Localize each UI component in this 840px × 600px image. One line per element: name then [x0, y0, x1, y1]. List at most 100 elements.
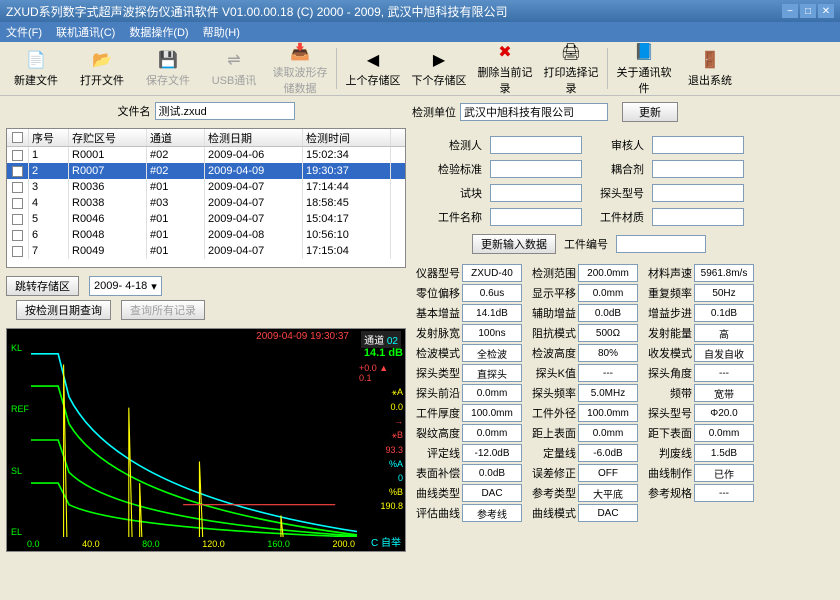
usb-comm-button: ⇌USB通讯: [202, 44, 266, 93]
filename-input[interactable]: [155, 102, 295, 120]
row-checkbox[interactable]: [12, 198, 23, 209]
param-value[interactable]: [694, 384, 754, 402]
field-label: 审核人: [594, 137, 644, 153]
field-label: 检验标准: [432, 161, 482, 177]
chart-y-labels: KL REF SL EL: [11, 343, 29, 537]
table-row[interactable]: 3R0036#012009-04-0717:14:44: [7, 179, 405, 195]
field-input[interactable]: [652, 184, 744, 202]
menu-comm[interactable]: 联机通讯(C): [56, 24, 115, 40]
param-label: 发射能量: [644, 325, 692, 341]
row-checkbox[interactable]: [12, 246, 23, 257]
field-input[interactable]: [652, 136, 744, 154]
param-value[interactable]: [462, 284, 522, 302]
param-value[interactable]: [694, 324, 754, 342]
param-value[interactable]: [694, 344, 754, 362]
query-by-date-button[interactable]: 按检测日期查询: [16, 300, 111, 320]
param-value[interactable]: [694, 484, 754, 502]
param-value[interactable]: [694, 444, 754, 462]
param-value[interactable]: [462, 304, 522, 322]
new-file-button[interactable]: 📄新建文件: [4, 44, 68, 93]
field-input[interactable]: [652, 160, 744, 178]
param-value[interactable]: [462, 404, 522, 422]
field-input[interactable]: [490, 160, 582, 178]
row-checkbox[interactable]: [12, 182, 23, 193]
field-label: 耦合剂: [594, 161, 644, 177]
unit-input[interactable]: [460, 103, 608, 121]
field-input[interactable]: [490, 136, 582, 154]
field-input[interactable]: [490, 184, 582, 202]
header-checkbox[interactable]: [12, 132, 23, 143]
filename-label: 文件名: [118, 103, 151, 119]
param-value[interactable]: [578, 324, 638, 342]
query-all-button: 查询所有记录: [121, 300, 205, 320]
param-value[interactable]: [462, 384, 522, 402]
serial-input[interactable]: [616, 235, 706, 253]
param-value[interactable]: [462, 264, 522, 282]
row-checkbox[interactable]: [12, 166, 23, 177]
about-button[interactable]: 📘关于通讯软件: [612, 44, 676, 93]
row-checkbox[interactable]: [12, 230, 23, 241]
param-value[interactable]: [578, 464, 638, 482]
menu-data[interactable]: 数据操作(D): [129, 24, 188, 40]
param-value[interactable]: [694, 404, 754, 422]
param-value[interactable]: [578, 284, 638, 302]
table-row[interactable]: 7R0049#012009-04-0717:15:04: [7, 243, 405, 259]
close-icon[interactable]: ✕: [818, 4, 834, 18]
menu-file[interactable]: 文件(F): [6, 24, 42, 40]
param-label: 判废线: [644, 445, 692, 461]
param-value[interactable]: [578, 404, 638, 422]
param-value[interactable]: [578, 344, 638, 362]
row-checkbox[interactable]: [12, 150, 23, 161]
param-value[interactable]: [694, 464, 754, 482]
print-button[interactable]: 🖨打印选择记录: [539, 44, 603, 93]
param-value[interactable]: [462, 324, 522, 342]
param-value[interactable]: [694, 304, 754, 322]
param-value[interactable]: [578, 504, 638, 522]
update-unit-button[interactable]: 更新: [622, 102, 678, 122]
param-value[interactable]: [462, 484, 522, 502]
param-label: 探头角度: [644, 365, 692, 381]
chevron-down-icon: ▾: [151, 280, 157, 293]
menu-help[interactable]: 帮助(H): [203, 24, 240, 40]
field-input[interactable]: [490, 208, 582, 226]
param-value[interactable]: [694, 424, 754, 442]
table-row[interactable]: 2R0007#022009-04-0919:30:37: [7, 163, 405, 179]
exit-button[interactable]: 🚪退出系统: [678, 44, 742, 93]
param-value[interactable]: [578, 364, 638, 382]
param-value[interactable]: [578, 424, 638, 442]
param-value[interactable]: [462, 504, 522, 522]
maximize-icon[interactable]: □: [800, 4, 816, 18]
param-value[interactable]: [462, 464, 522, 482]
date-picker[interactable]: 2009- 4-18▾: [89, 276, 162, 296]
param-value[interactable]: [462, 344, 522, 362]
field-input[interactable]: [652, 208, 744, 226]
table-row[interactable]: 6R0048#012009-04-0810:56:10: [7, 227, 405, 243]
param-value[interactable]: [578, 264, 638, 282]
param-value[interactable]: [578, 484, 638, 502]
param-value[interactable]: [462, 364, 522, 382]
table-row[interactable]: 4R0038#032009-04-0718:58:45: [7, 195, 405, 211]
row-checkbox[interactable]: [12, 214, 23, 225]
param-value[interactable]: [462, 424, 522, 442]
table-row[interactable]: 5R0046#012009-04-0715:04:17: [7, 211, 405, 227]
param-value[interactable]: [578, 384, 638, 402]
param-value[interactable]: [694, 364, 754, 382]
param-value[interactable]: [578, 304, 638, 322]
table-header: 序号 存贮区号 通道 检测日期 检测时间: [7, 129, 405, 147]
save-file-icon: 💾: [158, 50, 178, 70]
param-label: 工件外径: [528, 405, 576, 421]
minimize-icon[interactable]: −: [782, 4, 798, 18]
param-value[interactable]: [462, 444, 522, 462]
field-label: 探头型号: [594, 185, 644, 201]
next-storage-button[interactable]: ▶下个存储区: [407, 44, 471, 93]
prev-storage-button[interactable]: ◀上个存储区: [341, 44, 405, 93]
param-value[interactable]: [694, 284, 754, 302]
jump-storage-button[interactable]: 跳转存储区: [6, 276, 79, 296]
update-inputs-button[interactable]: 更新输入数据: [472, 234, 556, 254]
param-value[interactable]: [578, 444, 638, 462]
param-value[interactable]: [694, 264, 754, 282]
exit-icon: 🚪: [700, 50, 720, 70]
delete-button[interactable]: ✖删除当前记录: [473, 44, 537, 93]
open-file-button[interactable]: 📂打开文件: [70, 44, 134, 93]
table-row[interactable]: 1R0001#022009-04-0615:02:34: [7, 147, 405, 163]
